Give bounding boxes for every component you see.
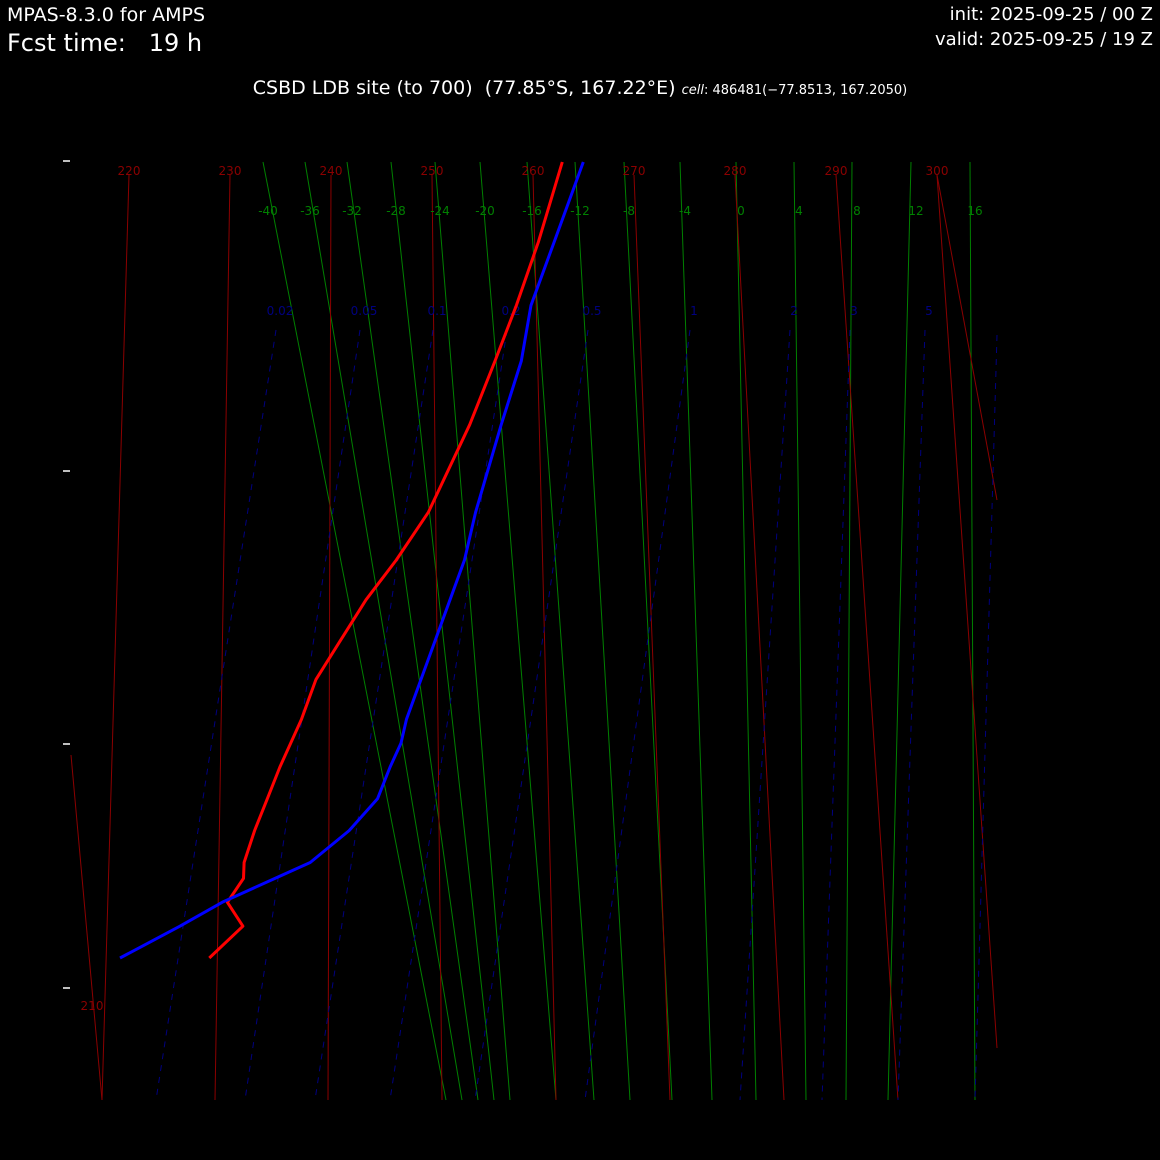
dry-adiabat-line [327,174,332,1101]
temperature-profile [208,161,564,960]
mixing-ratio-label: 1 [690,304,698,318]
mixing-ratio-label: 0.02 [267,304,294,318]
isotherm-label: -20 [475,204,495,218]
dry-adiabat-label: 270 [623,164,646,178]
isotherm-line [262,161,447,1101]
isotherm-label: -8 [623,204,635,218]
isotherm-line [735,161,757,1101]
dry-adiabat-label: 240 [320,164,343,178]
dry-adiabat-line [936,174,998,1049]
mixing-ratio-label: 0.1 [427,304,446,318]
mixing-ratio-label: 0.05 [351,304,378,318]
mixing-ratio-line [821,329,851,1101]
isotherm-label: 12 [908,204,923,218]
isotherm-label: 16 [967,204,982,218]
pressure-ticks [63,160,70,989]
isotherm-line [969,161,976,1101]
isotherm-line [679,161,713,1101]
isotherm-label: -28 [386,204,406,218]
isotherm-label: -12 [570,204,590,218]
isotherm-label: 4 [795,204,803,218]
isotherm-label: -4 [679,204,691,218]
mixing-ratio-line [974,334,998,1101]
isotherm-line [526,161,595,1101]
mixing-ratio-label: 2 [790,304,798,318]
isotherm-line [574,161,631,1101]
isotherm-line [346,161,479,1101]
isotherm-label: 8 [853,204,861,218]
dry-adiabat-label: 280 [724,164,747,178]
isotherm-label: -16 [522,204,542,218]
mixing-ratio-label: 0.5 [582,304,601,318]
isotherm-line [434,161,511,1101]
dry-adiabat-label: 290 [825,164,848,178]
dry-adiabat-label: 260 [522,164,545,178]
dry-adiabat-line [70,754,103,1101]
mixing-ratio-lines [155,329,998,1101]
dry-adiabat-line [936,174,998,501]
mixing-ratio-label: 5 [925,304,933,318]
isotherm-label: -24 [430,204,450,218]
mixing-ratio-line [897,329,926,1101]
dry-adiabat-lines [70,174,998,1101]
dry-adiabat-line [214,174,231,1101]
isotherm-line [793,161,807,1101]
dry-adiabat-line [101,174,130,1101]
isotherm-label: -36 [300,204,320,218]
isotherm-line [845,161,853,1101]
mixing-ratio-label: 3 [850,304,858,318]
isotherm-line [887,161,912,1101]
isotherm-label: 0 [737,204,745,218]
dry-adiabat-label: 230 [219,164,242,178]
isotherm-label: -40 [258,204,278,218]
dry-adiabat-label: 220 [118,164,141,178]
mixing-ratio-line [314,329,434,1101]
sounding-profiles [119,161,585,960]
dry-adiabat-line [734,174,785,1101]
skewt-plot: -40 -36 -32 -28 -24 -20 -16 -12 -8 -4 0 4 8 12 16220 23… [63,160,998,1101]
isotherm-lines [262,161,976,1101]
dry-adiabat-line [835,174,899,1101]
dry-adiabat-label: 250 [421,164,444,178]
isotherm-line [390,161,495,1101]
isotherm-label: -32 [342,204,362,218]
dry-adiabat-line [633,174,671,1101]
mixing-ratio-line [584,329,691,1101]
dry-adiabat-label: 300 [926,164,949,178]
dewpoint-profile [119,161,585,960]
mixing-ratio-line [474,329,589,1101]
dry-adiabat-label: 210 [81,999,104,1013]
mixing-ratio-line [155,329,277,1101]
